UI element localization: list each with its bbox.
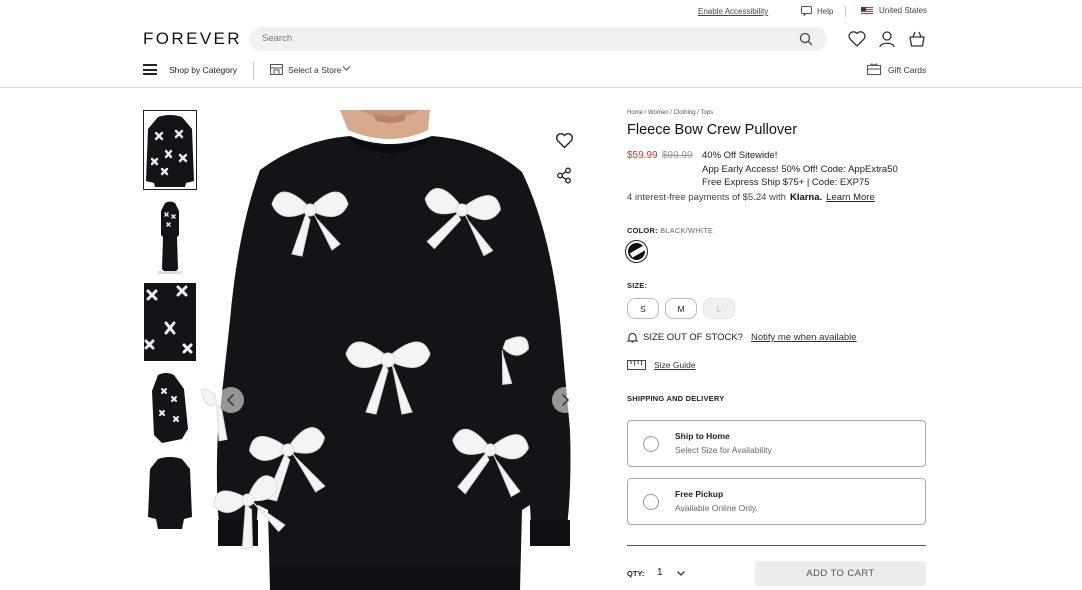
promo-line: Free Express Ship $75+ | Code: EXP75 (702, 177, 870, 188)
chevron-right-icon (561, 393, 570, 407)
header-divider (0, 87, 1082, 88)
ship-option-subtitle: Select Size for Availability (675, 445, 772, 455)
search-placeholder: Search (262, 33, 293, 44)
ruler-icon (627, 360, 646, 370)
promo-line: 40% Off Sitewide! (702, 150, 778, 161)
previous-image-button[interactable] (218, 387, 244, 413)
shop-by-category-link[interactable]: Shop by Category (169, 65, 237, 75)
wishlist-heart-icon[interactable] (555, 132, 574, 149)
bell-icon (627, 333, 638, 343)
help-link[interactable]: Help (801, 6, 833, 16)
chevron-down-icon[interactable] (676, 570, 686, 577)
share-icon[interactable] (556, 167, 572, 184)
country-label: United States (879, 6, 928, 15)
size-option-m[interactable]: M (665, 298, 697, 319)
add-to-cart-button[interactable]: ADD TO CART (755, 561, 926, 586)
ship-option-title: Ship to Home (675, 431, 730, 441)
search-icon[interactable] (799, 32, 813, 46)
bag-icon[interactable] (907, 29, 927, 49)
size-option-l[interactable]: L (703, 298, 735, 319)
ship-option-title: Free Pickup (675, 489, 724, 499)
color-label-row: COLOR: BLACK/WHITE (627, 226, 713, 235)
store-icon (270, 64, 283, 75)
product-thumbnail[interactable] (144, 369, 196, 447)
size-guide[interactable]: Size Guide (627, 360, 696, 370)
free-pickup-option[interactable]: Free Pickup Available Online Only. (627, 478, 926, 525)
ship-option-subtitle: Available Online Only. (675, 503, 758, 513)
ship-to-home-option[interactable]: Ship to Home Select Size for Availabilit… (627, 420, 926, 467)
color-value: BLACK/WHITE (660, 226, 714, 235)
color-swatch-black-white[interactable] (625, 240, 648, 263)
klarna-logo: Klarna. (789, 192, 823, 203)
size-guide-link[interactable]: Size Guide (654, 360, 696, 370)
user-icon[interactable] (877, 29, 897, 49)
qty-label: QTY: (627, 569, 645, 578)
product-thumbnail[interactable] (144, 455, 196, 533)
utility-divider (845, 6, 846, 17)
size-out-of-stock: SIZE OUT OF STOCK? Notify me when availa… (627, 332, 857, 343)
chevron-left-icon (226, 393, 235, 407)
enable-accessibility-link[interactable]: Enable Accessibility (698, 7, 768, 16)
radio-button[interactable] (643, 436, 659, 452)
nav-divider (253, 61, 254, 80)
section-divider (627, 545, 926, 546)
product-thumbnail[interactable] (143, 110, 197, 190)
installments-text: 4 interest-free payments of $5.24 with (627, 192, 786, 203)
qty-select[interactable]: 1 (657, 567, 663, 578)
menu-icon[interactable] (143, 64, 157, 75)
chat-icon (801, 6, 812, 16)
heart-icon[interactable] (847, 29, 867, 49)
klarna-installments: 4 interest-free payments of $5.24 with K… (627, 192, 875, 203)
oos-prompt: SIZE OUT OF STOCK? (643, 332, 743, 343)
next-image-button[interactable] (552, 387, 578, 413)
product-thumbnail[interactable] (144, 197, 196, 275)
product-title: Fleece Bow Crew Pullover (627, 122, 798, 138)
gift-card-icon (867, 63, 881, 75)
notify-me-link[interactable]: Notify me when available (751, 332, 857, 343)
country-selector[interactable]: United States (861, 6, 927, 15)
search-input[interactable]: Search (249, 27, 827, 51)
main-product-image (200, 110, 590, 590)
breadcrumb[interactable]: Home / Women / Clothing / Tops (627, 110, 713, 116)
us-flag-icon (861, 6, 873, 15)
color-label: COLOR: (627, 226, 658, 235)
secondary-nav: Shop by Category Select a Store Gift Car… (0, 58, 1082, 82)
promo-line: App Early Access! 50% Off! Code: AppExtr… (702, 164, 898, 175)
product-thumbnail[interactable] (144, 283, 196, 361)
original-price: $99.99 (662, 150, 693, 161)
size-option-s[interactable]: S (627, 298, 659, 319)
learn-more-link[interactable]: Learn More (826, 192, 875, 203)
select-store-link[interactable]: Select a Store (288, 65, 341, 75)
shipping-heading: SHIPPING AND DELIVERY (627, 394, 725, 403)
chevron-down-icon[interactable] (342, 65, 351, 72)
sale-price: $59.99 (627, 150, 658, 161)
size-label: SIZE: (627, 281, 648, 290)
radio-button[interactable] (643, 494, 659, 510)
gift-cards-link[interactable]: Gift Cards (888, 65, 926, 75)
help-label: Help (817, 6, 834, 16)
